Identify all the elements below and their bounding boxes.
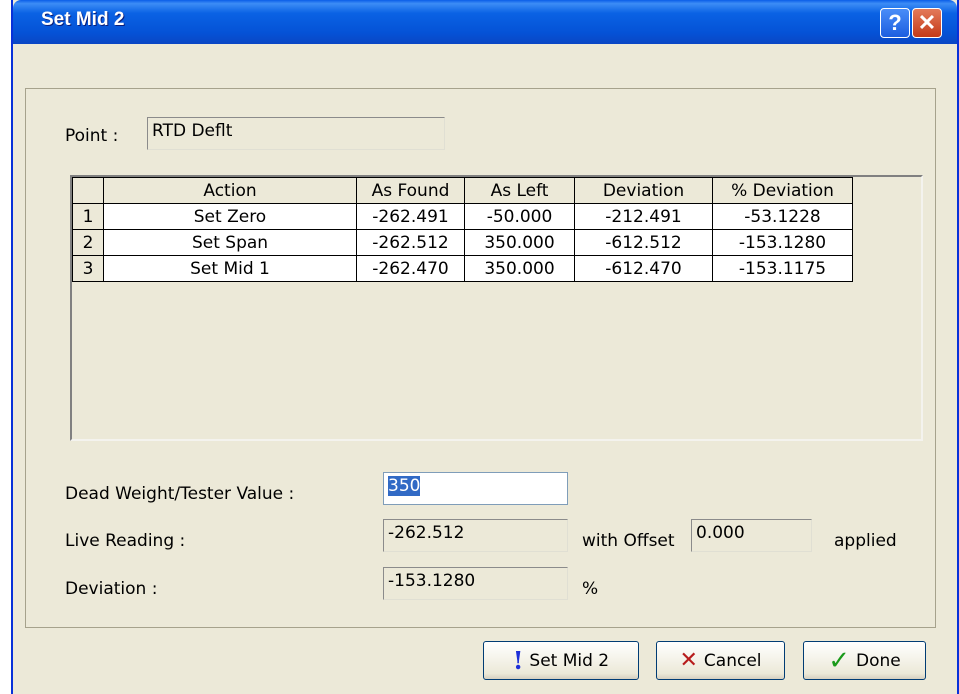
cell-action: Set Span — [103, 229, 357, 256]
live-reading-label: Live Reading : — [65, 531, 186, 551]
exclamation-icon: ! — [512, 646, 524, 675]
help-icon: ? — [888, 10, 902, 35]
applied-label: applied — [834, 531, 897, 551]
point-field: RTD Deflt — [147, 117, 445, 150]
cell-as-left: 350.000 — [464, 255, 575, 282]
row-number: 2 — [72, 229, 104, 256]
main-panel: Point : RTD Deflt Action As Found As Lef… — [25, 88, 936, 628]
cell-as-left: 350.000 — [464, 229, 575, 256]
cell-action: Set Zero — [103, 203, 357, 230]
table-row[interactable]: 3 Set Mid 1 -262.470 350.000 -612.470 -1… — [72, 255, 853, 282]
offset-label: with Offset — [582, 531, 675, 551]
deviation-label: Deviation : — [65, 579, 158, 599]
row-number: 3 — [72, 255, 104, 282]
header-deviation[interactable]: Deviation — [574, 177, 713, 204]
close-button[interactable]: ✕ — [912, 8, 942, 38]
results-table: Action As Found As Left Deviation % Devi… — [72, 177, 853, 282]
cell-as-left: -50.000 — [464, 203, 575, 230]
table-row[interactable]: 2 Set Span -262.512 350.000 -612.512 -15… — [72, 229, 853, 256]
done-button[interactable]: ✓ Done — [803, 641, 926, 680]
help-button[interactable]: ? — [880, 8, 910, 38]
offset-field: 0.000 — [691, 519, 812, 552]
cancel-button[interactable]: ✕ Cancel — [656, 641, 785, 680]
cell-deviation: -612.470 — [574, 255, 713, 282]
header-corner — [72, 177, 104, 204]
done-label: Done — [856, 650, 901, 671]
table-row[interactable]: 1 Set Zero -262.491 -50.000 -212.491 -53… — [72, 203, 853, 230]
header-as-left[interactable]: As Left — [464, 177, 575, 204]
dead-weight-input[interactable]: 350 — [383, 472, 568, 505]
results-grid[interactable]: Action As Found As Left Deviation % Devi… — [70, 175, 923, 441]
cell-deviation: -612.512 — [574, 229, 713, 256]
cell-deviation: -212.491 — [574, 203, 713, 230]
title-bar[interactable]: Set Mid 2 ? ✕ — [13, 0, 957, 44]
deviation-field: -153.1280 — [383, 567, 568, 600]
point-label: Point : — [65, 126, 119, 146]
checkmark-icon: ✓ — [828, 645, 851, 676]
close-icon: ✕ — [917, 10, 937, 35]
x-icon: ✕ — [679, 648, 698, 673]
header-as-found[interactable]: As Found — [356, 177, 465, 204]
cell-as-found: -262.512 — [356, 229, 465, 256]
dead-weight-value: 350 — [388, 476, 421, 496]
dialog-window: Set Mid 2 ? ✕ Point : RTD Deflt Action A… — [11, 0, 959, 694]
cell-as-found: -262.491 — [356, 203, 465, 230]
cell-as-found: -262.470 — [356, 255, 465, 282]
cell-pct-deviation: -153.1175 — [712, 255, 853, 282]
cell-pct-deviation: -153.1280 — [712, 229, 853, 256]
window-title: Set Mid 2 — [41, 9, 125, 30]
header-pct-deviation[interactable]: % Deviation — [712, 177, 853, 204]
set-mid-2-button[interactable]: ! Set Mid 2 — [483, 641, 639, 680]
row-number: 1 — [72, 203, 104, 230]
header-action[interactable]: Action — [103, 177, 357, 204]
dead-weight-label: Dead Weight/Tester Value : — [65, 484, 295, 504]
deviation-unit: % — [582, 579, 599, 599]
cancel-label: Cancel — [703, 650, 762, 671]
set-mid-2-label: Set Mid 2 — [529, 650, 610, 671]
live-reading-field: -262.512 — [383, 519, 568, 552]
cell-action: Set Mid 1 — [103, 255, 357, 282]
cell-pct-deviation: -53.1228 — [712, 203, 853, 230]
table-header-row: Action As Found As Left Deviation % Devi… — [72, 177, 853, 204]
